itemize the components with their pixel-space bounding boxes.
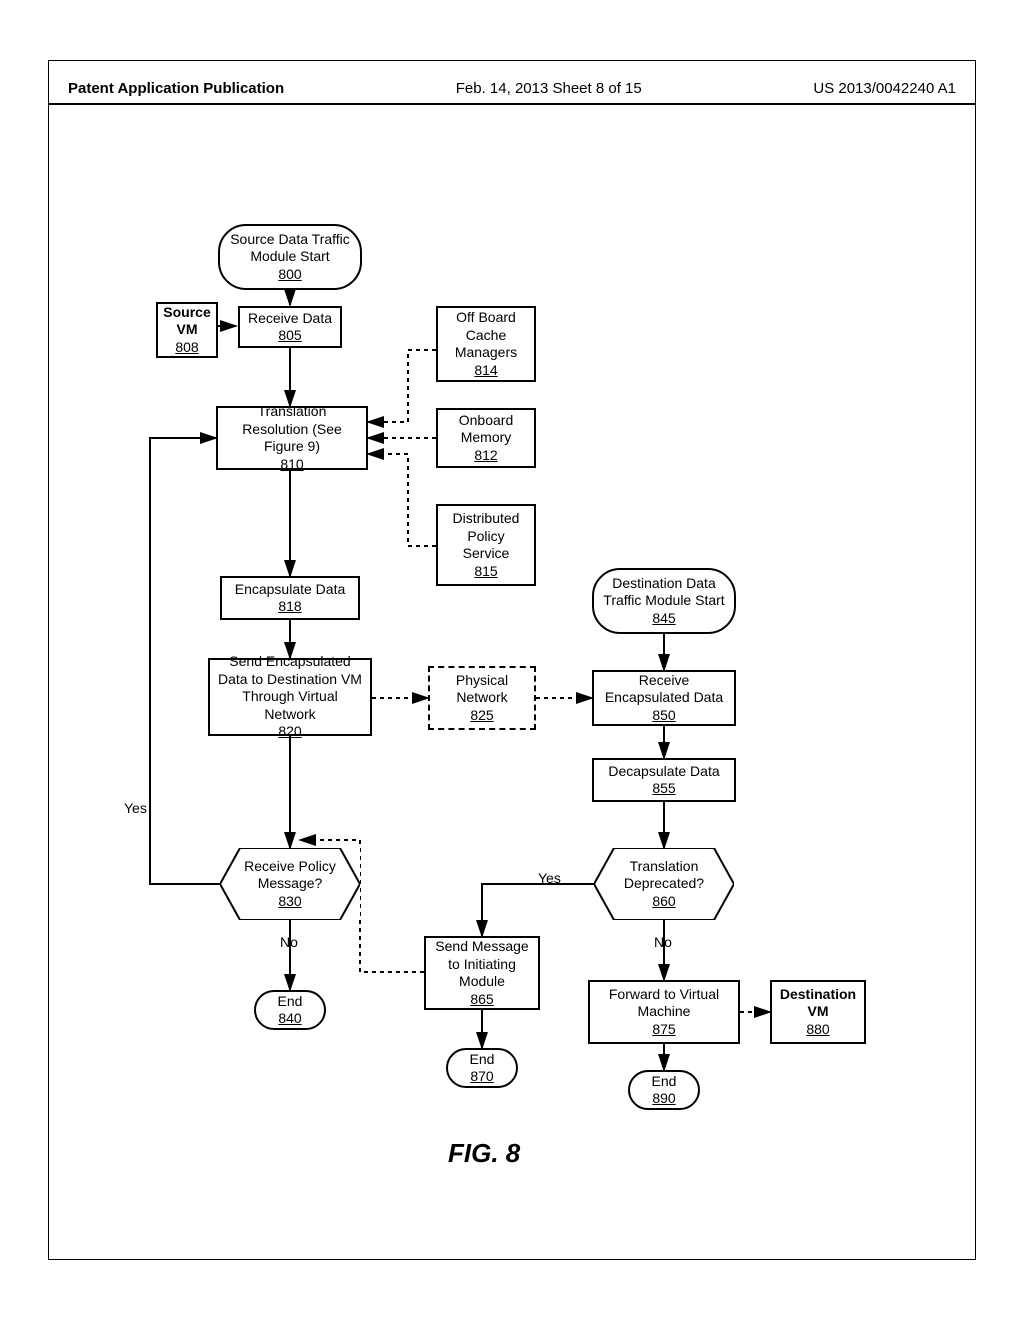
node-end-890: End 890 <box>628 1070 700 1110</box>
node-ref: 850 <box>652 707 675 725</box>
node-ref: 815 <box>474 563 497 581</box>
node-dest-start: Destination Data Traffic Module Start 84… <box>592 568 736 634</box>
node-ref: 870 <box>470 1068 493 1086</box>
node-source-vm: Source VM 808 <box>156 302 218 358</box>
node-title: Send Message to Initiating Module <box>432 938 532 991</box>
node-title: Send Encapsulated Data to Destination VM… <box>216 653 364 723</box>
node-ref: 830 <box>220 893 360 911</box>
node-title: Translation Deprecated? <box>594 858 734 893</box>
node-title: Destination Data Traffic Module Start <box>600 575 728 610</box>
node-ref: 805 <box>278 327 301 345</box>
node-title: Encapsulate Data <box>235 581 346 599</box>
node-dest-vm: Destination VM 880 <box>770 980 866 1044</box>
node-ref: 890 <box>652 1090 675 1108</box>
node-onboard-memory: Onboard Memory 812 <box>436 408 536 468</box>
node-send-encap: Send Encapsulated Data to Destination VM… <box>208 658 372 736</box>
node-title: Onboard Memory <box>444 412 528 447</box>
node-end-870: End 870 <box>446 1048 518 1088</box>
node-title: Physical Network <box>436 672 528 707</box>
node-ref: 820 <box>278 723 301 741</box>
node-physical-network: Physical Network 825 <box>428 666 536 730</box>
node-ref: 825 <box>470 707 493 725</box>
node-title: End <box>278 993 303 1011</box>
node-ref: 845 <box>652 610 675 628</box>
node-encapsulate: Encapsulate Data 818 <box>220 576 360 620</box>
node-source-start: Source Data Traffic Module Start 800 <box>218 224 362 290</box>
node-fwd-vm: Forward to Virtual Machine 875 <box>588 980 740 1044</box>
node-title: Source Data Traffic Module Start <box>226 231 354 266</box>
node-ref: 875 <box>652 1021 675 1039</box>
decision-policy-msg: Receive Policy Message? 830 <box>220 848 360 920</box>
label-yes-mid: Yes <box>538 870 561 886</box>
figure-caption: FIG. 8 <box>448 1138 520 1169</box>
label-no-src: No <box>280 934 298 950</box>
node-recv-encap: Receive Encapsulated Data 850 <box>592 670 736 726</box>
node-decapsulate: Decapsulate Data 855 <box>592 758 736 802</box>
node-title: Distributed Policy Service <box>444 510 528 563</box>
node-title: Translation Resolution (See Figure 9) <box>224 403 360 456</box>
header-left: Patent Application Publication <box>68 80 284 97</box>
node-title: Decapsulate Data <box>608 763 719 781</box>
node-title: Receive Encapsulated Data <box>600 672 728 707</box>
node-title: Source VM <box>163 304 210 339</box>
label-no-right: No <box>654 934 672 950</box>
decision-deprecated: Translation Deprecated? 860 <box>594 848 734 920</box>
node-ref: 800 <box>278 266 301 284</box>
node-ref: 814 <box>474 362 497 380</box>
node-ref: 818 <box>278 598 301 616</box>
node-title: End <box>470 1051 495 1069</box>
node-ref: 855 <box>652 780 675 798</box>
node-dps: Distributed Policy Service 815 <box>436 504 536 586</box>
node-ref: 880 <box>806 1021 829 1039</box>
node-ref: 860 <box>594 893 734 911</box>
node-title: Receive Policy Message? <box>220 858 360 893</box>
node-ref: 812 <box>474 447 497 465</box>
node-ref: 840 <box>278 1010 301 1028</box>
node-title: Receive Data <box>248 310 332 328</box>
node-send-msg: Send Message to Initiating Module 865 <box>424 936 540 1010</box>
node-end-840: End 840 <box>254 990 326 1030</box>
node-title: End <box>652 1073 677 1091</box>
node-title: Destination VM <box>778 986 858 1021</box>
label-yes-left: Yes <box>124 800 147 816</box>
page-header: Patent Application Publication Feb. 14, … <box>48 80 976 105</box>
node-receive-data: Receive Data 805 <box>238 306 342 348</box>
node-ref: 810 <box>280 456 303 474</box>
header-right: US 2013/0042240 A1 <box>813 80 956 97</box>
node-title: Off Board Cache Managers <box>444 309 528 362</box>
header-center: Feb. 14, 2013 Sheet 8 of 15 <box>456 80 642 97</box>
node-title: Forward to Virtual Machine <box>596 986 732 1021</box>
node-offboard-cache: Off Board Cache Managers 814 <box>436 306 536 382</box>
node-ref: 865 <box>470 991 493 1009</box>
node-translation-resolution: Translation Resolution (See Figure 9) 81… <box>216 406 368 470</box>
node-ref: 808 <box>175 339 198 357</box>
diagram-canvas: Source Data Traffic Module Start 800 Sou… <box>48 110 976 1230</box>
